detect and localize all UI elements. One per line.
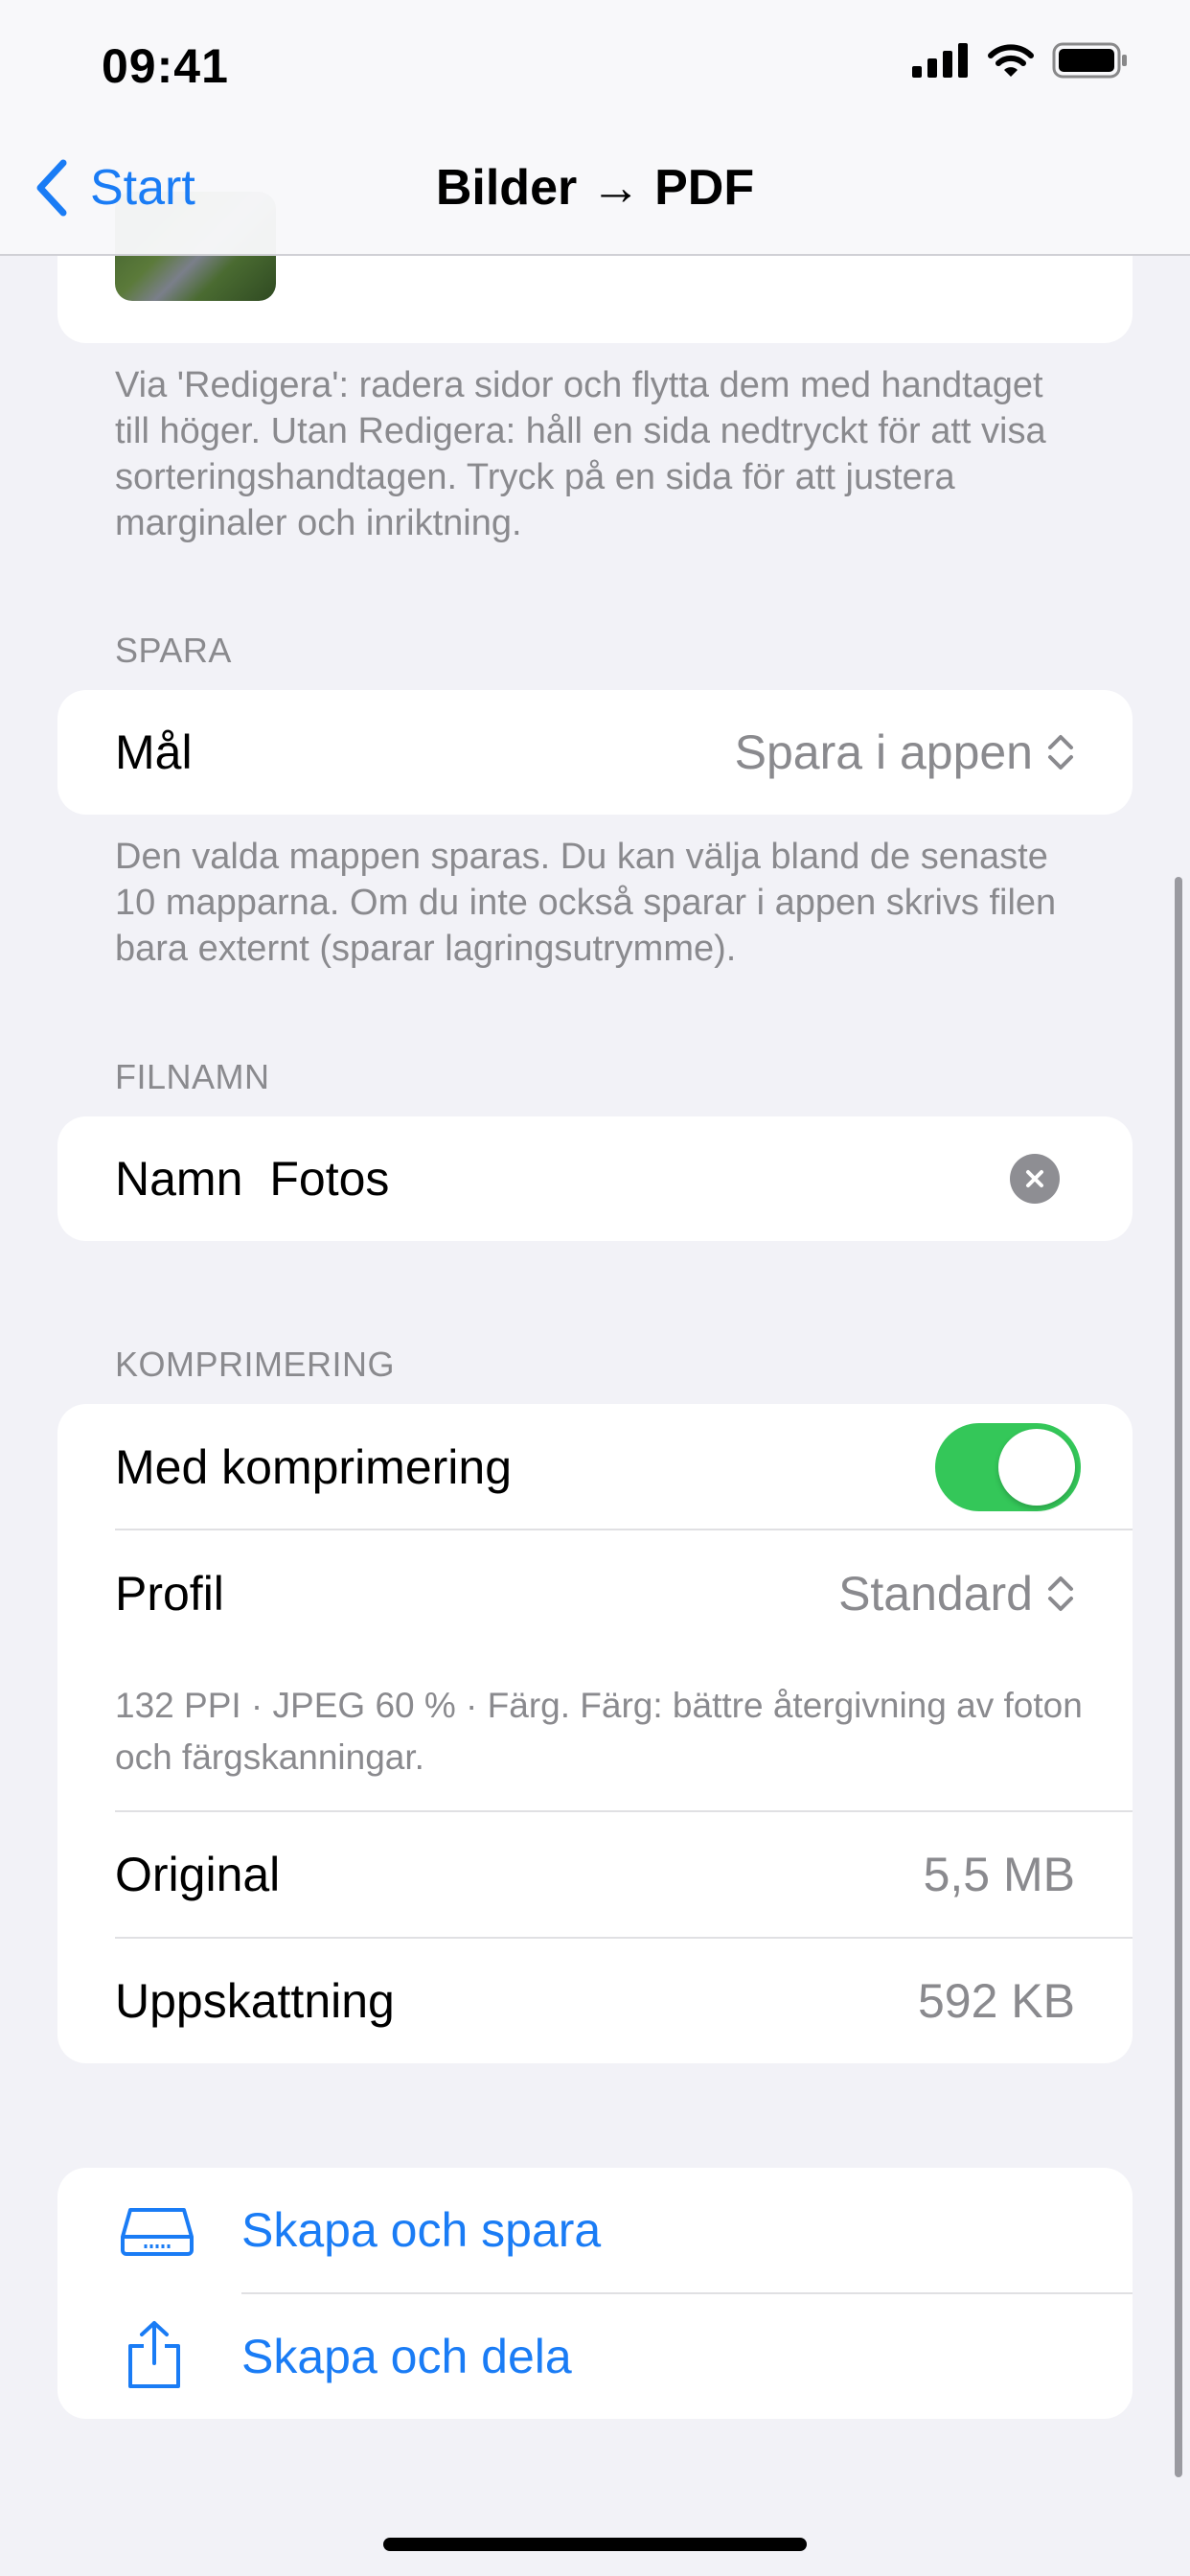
status-bar: 09:41 <box>0 0 1190 125</box>
toggle-knob <box>998 1429 1075 1506</box>
compression-card: Med komprimering Profil Standard 132 PPI… <box>57 1404 1133 2063</box>
save-card: Mål Spara i appen <box>57 690 1133 815</box>
target-value: Spara i appen <box>734 725 1033 779</box>
create-save-label: Skapa och spara <box>241 2203 602 2257</box>
wifi-icon <box>988 44 1034 77</box>
status-time: 09:41 <box>102 39 229 93</box>
estimate-value: 592 KB <box>917 1974 1075 2028</box>
save-header: SPARA <box>115 631 232 670</box>
page-title: Bilder → PDF <box>435 160 755 216</box>
scrollbar[interactable] <box>1175 877 1182 2477</box>
create-share-label: Skapa och dela <box>241 2330 572 2383</box>
original-value: 5,5 MB <box>923 1848 1075 1901</box>
actions-card: Skapa och spara Skapa och dela <box>57 2168 1133 2419</box>
create-save-button[interactable]: Skapa och spara <box>57 2168 1133 2292</box>
compression-header: KOMPRIMERING <box>115 1345 396 1384</box>
filename-row: Namn Fotos <box>115 1116 1075 1241</box>
filename-label: Namn <box>115 1152 243 1206</box>
updown-chevron-icon <box>1048 735 1073 770</box>
clear-icon[interactable] <box>1010 1154 1060 1204</box>
compression-toggle[interactable] <box>935 1423 1081 1511</box>
navigation-bar: 09:41 Start Bilder → PDF <box>0 0 1190 256</box>
battery-icon <box>1052 42 1127 79</box>
share-icon <box>128 2321 180 2388</box>
profile-label: Profil <box>115 1567 224 1621</box>
filename-header: FILNAMN <box>115 1057 270 1096</box>
cellular-signal-icon <box>912 43 968 78</box>
target-label: Mål <box>115 725 193 779</box>
updown-chevron-icon <box>1048 1576 1073 1611</box>
compression-toggle-row: Med komprimering <box>115 1404 1075 1530</box>
compression-toggle-label: Med komprimering <box>115 1440 513 1494</box>
profile-description: 132 PPI · JPEG 60 % · Färg. Färg: bättre… <box>115 1686 1083 1777</box>
save-footer: Den valda mappen sparas. Du kan välja bl… <box>115 837 1057 969</box>
estimate-label: Uppskattning <box>115 1974 395 2028</box>
filename-card: Namn Fotos <box>57 1116 1133 1241</box>
profile-row[interactable]: Profil Standard <box>115 1530 1075 1657</box>
create-share-button[interactable]: Skapa och dela <box>57 2294 1133 2419</box>
pages-footer: Via 'Redigera': radera sidor och flytta … <box>115 365 1046 543</box>
target-row[interactable]: Mål Spara i appen <box>115 690 1075 815</box>
home-indicator[interactable] <box>383 2538 807 2551</box>
drive-icon <box>121 2208 194 2256</box>
original-label: Original <box>115 1848 281 1901</box>
filename-input[interactable]: Fotos <box>269 1151 389 1207</box>
original-row: Original 5,5 MB <box>115 1812 1075 1937</box>
estimate-row: Uppskattning 592 KB <box>115 1939 1075 2063</box>
profile-value: Standard <box>838 1567 1033 1621</box>
